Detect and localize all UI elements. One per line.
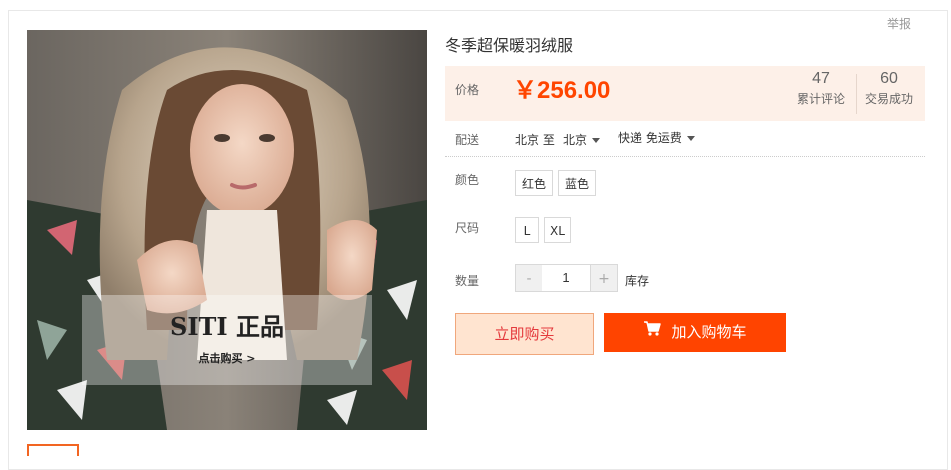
stat-divider [856,74,857,114]
review-label: 累计评论 [797,92,846,106]
color-option-blue[interactable]: 蓝色 [558,170,597,196]
sales-label: 交易成功 [865,92,914,106]
price-value: ￥256.00 [513,77,611,104]
shipping-method-select[interactable]: 快递 免运费 [618,129,695,146]
quantity-input[interactable]: 1 [542,264,590,292]
shipping-destination: 北京 [563,133,588,147]
color-label: 颜色 [455,173,480,187]
review-count: 47 [812,70,830,87]
divider [445,156,925,157]
quantity-label: 数量 [455,274,480,288]
add-to-cart-button[interactable]: 加入购物车 [604,313,786,352]
review-stat[interactable]: 47 累计评论 [797,70,845,107]
chevron-down-icon [686,136,695,141]
report-link[interactable]: 举报 [880,15,917,32]
shipping-from: 北京 至 [515,133,555,147]
price-box: 价格 ￥256.00 47 累计评论 60 交易成功 [445,66,925,121]
product-image[interactable]: SITI 正品 点击购买 > [27,30,427,430]
image-brand-text: SITI 正品 [170,312,284,341]
sales-stat: 60 交易成功 [865,70,913,107]
shipping-destination-select[interactable]: 北京 [563,131,601,148]
buy-now-button[interactable]: 立即购买 [455,313,594,355]
shipping-method: 快递 免运费 [618,131,682,145]
size-label: 尺码 [455,221,480,235]
price-label: 价格 [455,83,480,97]
color-option-red[interactable]: 红色 [515,170,554,196]
cart-icon [643,312,662,351]
image-sub-text: 点击购买 > [198,351,255,365]
size-option-xl[interactable]: XL [544,217,571,243]
sales-count: 60 [880,70,898,87]
stock-label: 库存 [625,274,650,288]
quantity-decrease-button[interactable]: - [515,264,543,292]
quantity-increase-button[interactable]: + [590,264,618,292]
product-title: 冬季超保暖羽绒服 [445,36,574,55]
thumbnail-selected[interactable] [27,444,79,456]
add-to-cart-label: 加入购物车 [671,323,747,341]
chevron-down-icon [592,138,601,143]
size-option-l[interactable]: L [515,217,539,243]
shipping-label: 配送 [455,133,480,147]
